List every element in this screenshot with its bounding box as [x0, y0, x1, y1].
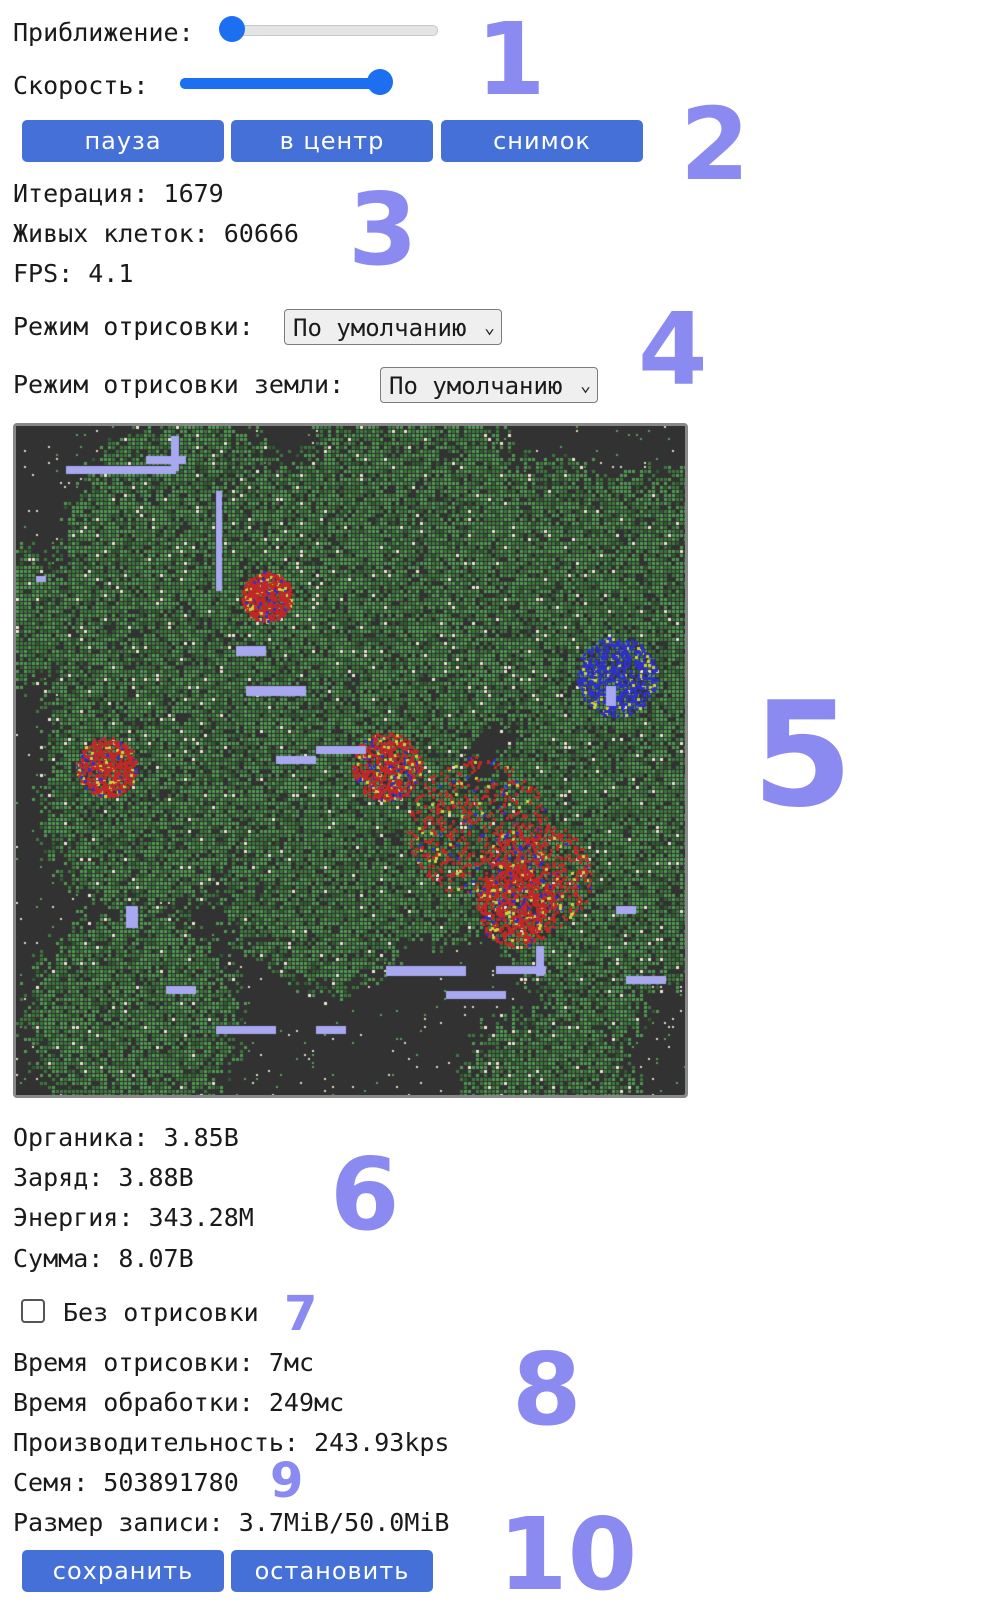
- speed-slider[interactable]: [180, 69, 393, 95]
- performance-stat: Производительность: 243.93kps: [13, 1428, 450, 1457]
- stop-button[interactable]: остановить: [231, 1550, 433, 1592]
- speed-slider-fill: [180, 78, 380, 89]
- snapshot-button[interactable]: снимок: [441, 120, 643, 162]
- render-mode-label: Режим отрисовки:: [13, 312, 254, 341]
- annotation-badge-7: 7: [284, 1286, 318, 1342]
- render-mode-select[interactable]: По умолчанию ⌄: [284, 309, 502, 345]
- annotation-badge-9: 9: [270, 1453, 304, 1509]
- chevron-down-icon: ⌄: [580, 375, 591, 396]
- render-mode-value: По умолчанию: [293, 314, 467, 342]
- seed-stat: Семя: 503891780: [13, 1468, 239, 1497]
- annotation-badge-1: 1: [476, 1, 546, 118]
- no-render-label[interactable]: Без отрисовки: [63, 1297, 259, 1329]
- simulation-canvas-surface[interactable]: [16, 426, 685, 1095]
- iteration-counter: Итерация: 1679: [13, 179, 224, 208]
- zoom-slider-track: [232, 25, 438, 36]
- annotation-badge-3: 3: [348, 171, 418, 288]
- simulation-canvas[interactable]: [13, 423, 688, 1098]
- ground-render-mode-value: По умолчанию: [389, 372, 563, 400]
- charge-stat: Заряд: 3.88B: [13, 1163, 194, 1192]
- zoom-slider-thumb[interactable]: [219, 16, 245, 42]
- sum-stat: Сумма: 8.07B: [13, 1244, 194, 1273]
- organic-stat: Органика: 3.85B: [13, 1123, 239, 1152]
- annotation-badge-5: 5: [752, 671, 853, 840]
- center-button[interactable]: в центр: [231, 120, 433, 162]
- annotation-badge-8: 8: [512, 1331, 582, 1448]
- render-time-stat: Время отрисовки: 7мс: [13, 1348, 315, 1377]
- speed-slider-thumb[interactable]: [367, 69, 393, 95]
- speed-label: Скорость:: [13, 71, 149, 100]
- annotation-badge-2: 2: [680, 86, 750, 203]
- save-button[interactable]: сохранить: [22, 1550, 224, 1592]
- record-size-stat: Размер записи: 3.7MiB/50.0MiB: [13, 1508, 450, 1537]
- ground-render-mode-select[interactable]: По умолчанию ⌄: [380, 367, 598, 403]
- annotation-badge-4: 4: [638, 291, 708, 408]
- process-time-stat: Время обработки: 249мс: [13, 1388, 345, 1417]
- alive-cells-counter: Живых клеток: 60666: [13, 219, 299, 248]
- energy-stat: Энергия: 343.28M: [13, 1203, 254, 1232]
- chevron-down-icon: ⌄: [484, 317, 495, 338]
- no-render-checkbox[interactable]: [21, 1299, 45, 1323]
- annotation-badge-6: 6: [330, 1136, 400, 1253]
- zoom-slider[interactable]: [219, 16, 438, 42]
- fps-counter: FPS: 4.1: [13, 259, 134, 288]
- zoom-label: Приближение:: [13, 18, 194, 47]
- pause-button[interactable]: пауза: [22, 120, 224, 162]
- ground-render-mode-label: Режим отрисовки земли:: [13, 370, 345, 399]
- annotation-badge-10: 10: [498, 1496, 638, 1613]
